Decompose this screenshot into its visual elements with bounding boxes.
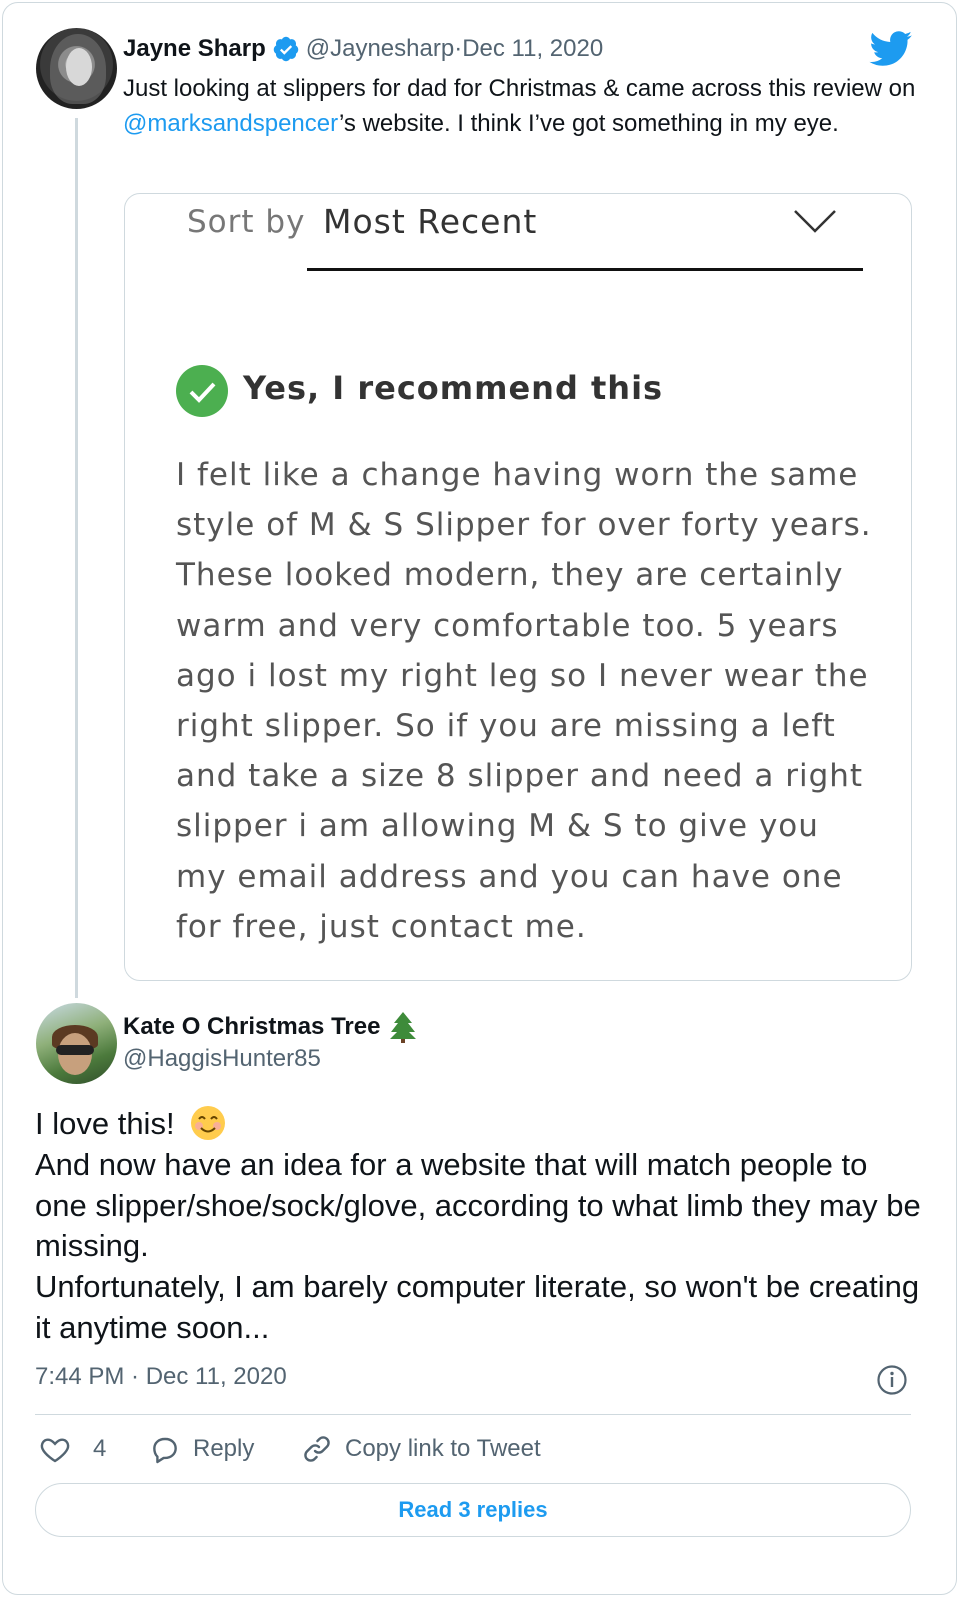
tweet-card: Jayne Sharp @Jaynesharp · Dec 11, 2020 J… [2, 2, 957, 1595]
avatar-kate[interactable] [36, 1003, 117, 1084]
like-button[interactable]: 4 [39, 1429, 106, 1469]
date-separator: · [454, 35, 463, 62]
check-circle-icon [176, 365, 228, 417]
link-icon [304, 1436, 330, 1462]
author-name[interactable]: Jayne Sharp [123, 35, 266, 63]
reply-label: Reply [193, 1435, 255, 1462]
reply-text-body: And now have an idea for a website that … [35, 1146, 921, 1345]
smiling-face-emoji-icon [191, 1106, 226, 1140]
actions-divider [35, 1414, 911, 1415]
tweet-header: Jayne Sharp @Jaynesharp · Dec 11, 2020 [123, 33, 603, 65]
reply-author-name[interactable]: Kate O Christmas Tree [123, 1013, 380, 1041]
author-handle[interactable]: @Jaynesharp [306, 35, 454, 63]
reply-timestamp[interactable]: 7:44 PM · Dec 11, 2020 [35, 1363, 287, 1391]
copy-link-button[interactable]: Copy link to Tweet [301, 1429, 541, 1469]
mention-link[interactable]: @marksandspencer [123, 110, 339, 137]
sort-underline [307, 268, 863, 271]
read-replies-button[interactable]: Read 3 replies [35, 1483, 911, 1537]
heart-icon [40, 1438, 70, 1463]
embedded-review-screenshot[interactable]: Sort by Most Recent Yes, I recommend thi… [124, 193, 912, 981]
sort-by-label: Sort by [187, 204, 306, 240]
reply-author-name-row: Kate O Christmas Tree [123, 1011, 418, 1043]
verified-badge-icon [273, 36, 298, 62]
reply-text: I love this! And now have an idea for a … [35, 1104, 925, 1349]
reply-bubble-icon [153, 1437, 177, 1464]
reply-button[interactable]: Reply [149, 1429, 254, 1469]
reply-author-handle[interactable]: @HaggisHunter85 [123, 1045, 321, 1073]
chevron-down-icon [794, 210, 836, 233]
review-text: I felt like a change having worn the sam… [176, 457, 872, 945]
tweet-text-start: Just looking at slippers for dad for Chr… [123, 75, 916, 102]
tweet-text: Just looking at slippers for dad for Chr… [123, 71, 923, 141]
like-count: 4 [93, 1435, 107, 1462]
info-icon[interactable] [876, 1364, 908, 1396]
tweet-date[interactable]: Dec 11, 2020 [462, 35, 603, 63]
reply-text-first-line: I love this! [35, 1106, 175, 1141]
twitter-bird-icon[interactable] [869, 31, 913, 67]
sort-by-value: Most Recent [323, 202, 538, 241]
tweet-text-end: ’s website. I think I’ve got something i… [339, 110, 839, 137]
recommend-heading: Yes, I recommend this [243, 369, 664, 407]
avatar-jayne-sharp[interactable] [36, 28, 117, 109]
christmas-tree-emoji-icon [390, 1012, 417, 1043]
thread-connector-line [75, 118, 78, 998]
copy-link-label: Copy link to Tweet [345, 1435, 541, 1462]
